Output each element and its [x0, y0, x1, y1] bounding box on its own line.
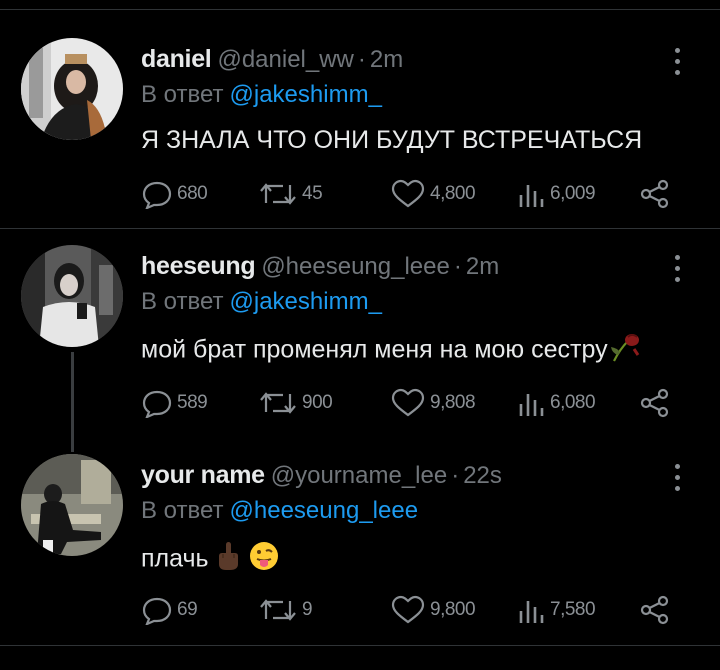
like-icon	[391, 388, 425, 417]
tweet-text: Я ЗНАЛА ЧТО ОНИ БУДУТ ВСТРЕЧАТЬСЯ	[141, 124, 642, 156]
top-divider	[0, 9, 720, 10]
reply-prefix: В ответ	[141, 288, 224, 315]
retweet-count: 900	[302, 392, 333, 413]
display-name[interactable]: your name	[141, 461, 265, 489]
like-button[interactable]: 4,800	[390, 179, 476, 209]
display-name[interactable]: heeseung	[141, 252, 256, 280]
middle-finger-emoji	[215, 540, 241, 580]
reply-icon	[142, 597, 172, 625]
reply-count: 589	[177, 392, 208, 413]
reply-to-link[interactable]: @heeseung_leee	[230, 497, 419, 524]
tweet-header: heeseung @heeseung_leee · 2m	[141, 251, 499, 282]
reply-count: 680	[177, 183, 208, 204]
tweet-header: your name @yourname_lee · 22s	[141, 460, 502, 491]
views-count: 6,009	[550, 183, 596, 204]
more-icon[interactable]	[670, 255, 686, 285]
like-count: 9,800	[430, 599, 476, 620]
timestamp[interactable]: 2m	[466, 253, 499, 280]
views-button[interactable]: 6,080	[516, 388, 596, 418]
avatar[interactable]	[21, 38, 123, 140]
user-handle[interactable]: @yourname_lee	[271, 462, 447, 489]
reply-context: В ответ @jakeshimm_	[141, 287, 382, 317]
views-count: 6,080	[550, 392, 596, 413]
share-icon	[640, 595, 669, 625]
separator-dot: ·	[453, 253, 462, 280]
reply-prefix: В ответ	[141, 81, 224, 108]
retweet-count: 9	[302, 599, 313, 620]
reply-count: 69	[177, 599, 198, 620]
retweet-icon	[260, 392, 296, 414]
like-icon	[391, 595, 425, 624]
separator-dot: ·	[357, 46, 366, 73]
reply-icon	[142, 390, 172, 418]
views-button[interactable]: 7,580	[516, 595, 596, 625]
tweet-text-content: Я ЗНАЛА ЧТО ОНИ БУДУТ ВСТРЕЧАТЬСЯ	[141, 126, 643, 154]
retweet-button[interactable]: 9	[258, 595, 313, 625]
share-button[interactable]	[639, 595, 669, 625]
reply-context: В ответ @heeseung_leee	[141, 496, 418, 526]
views-icon	[519, 394, 544, 416]
tweet-text-content: плачь	[141, 544, 209, 573]
like-count: 4,800	[430, 183, 476, 204]
timestamp[interactable]: 2m	[370, 46, 403, 73]
share-button[interactable]	[639, 388, 669, 418]
tweet-text-content: мой брат променял меня на мою сестру	[141, 335, 608, 364]
retweet-icon	[260, 183, 296, 205]
reply-context: В ответ @jakeshimm_	[141, 80, 382, 110]
share-button[interactable]	[639, 179, 669, 209]
user-handle[interactable]: @daniel_ww	[217, 46, 353, 73]
like-button[interactable]: 9,808	[390, 388, 476, 418]
reply-button[interactable]: 589	[141, 388, 208, 418]
reply-icon	[142, 181, 172, 209]
reply-button[interactable]: 69	[141, 595, 198, 625]
more-icon[interactable]	[670, 48, 686, 78]
views-count: 7,580	[550, 599, 596, 620]
tweet-text: плачь	[141, 540, 280, 580]
retweet-count: 45	[302, 183, 323, 204]
more-icon[interactable]	[670, 464, 686, 494]
reply-to-link[interactable]: @jakeshimm_	[230, 81, 382, 108]
user-handle[interactable]: @heeseung_leee	[261, 253, 450, 280]
reply-prefix: В ответ	[141, 497, 224, 524]
action-bar: 680 45 4,800 6,009	[141, 179, 681, 209]
tongue-face-emoji	[248, 540, 280, 580]
separator-dot: ·	[451, 462, 460, 489]
like-icon	[391, 179, 425, 208]
action-bar: 69 9 9,800 7,580	[141, 595, 681, 625]
avatar[interactable]	[21, 245, 123, 347]
like-count: 9,808	[430, 392, 476, 413]
tweet[interactable]: your name @yourname_lee · 22s В ответ @heese…	[0, 454, 720, 670]
retweet-icon	[260, 599, 296, 621]
avatar[interactable]	[21, 454, 123, 556]
timestamp[interactable]: 22s	[463, 462, 502, 489]
reply-button[interactable]: 680	[141, 179, 208, 209]
views-icon	[519, 601, 544, 623]
tweet-header: daniel @daniel_ww · 2m	[141, 44, 403, 75]
tweet[interactable]: daniel @daniel_ww · 2m В ответ @jakeshimm_ Я…	[0, 38, 720, 254]
tweet[interactable]: heeseung @heeseung_leee · 2m В ответ @jakesh…	[0, 245, 720, 461]
like-button[interactable]: 9,800	[390, 595, 476, 625]
tweet-text: мой брат променял меня на мою сестру	[141, 331, 644, 371]
wilted-rose-emoji	[608, 331, 644, 371]
retweet-button[interactable]: 45	[258, 179, 323, 209]
views-button[interactable]: 6,009	[516, 179, 596, 209]
action-bar: 589 900 9,808 6,080	[141, 388, 681, 418]
display-name[interactable]: daniel	[141, 45, 212, 73]
views-icon	[519, 185, 544, 207]
retweet-button[interactable]: 900	[258, 388, 333, 418]
reply-to-link[interactable]: @jakeshimm_	[230, 288, 382, 315]
share-icon	[640, 179, 669, 209]
share-icon	[640, 388, 669, 418]
